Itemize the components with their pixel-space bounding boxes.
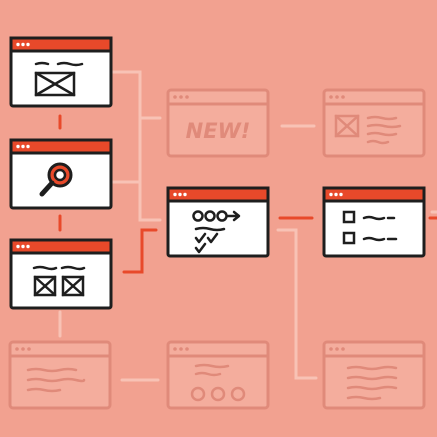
connector-line — [110, 70, 162, 120]
layout-wireframe-window — [9, 36, 113, 108]
connector-line — [138, 180, 162, 222]
window-dots — [16, 144, 30, 149]
new-announcement-window: NEW! — [166, 88, 270, 158]
article-with-image-window — [322, 88, 426, 158]
sitemap-flow-diagram: NEW! — [8, 36, 437, 410]
search-page-window — [9, 138, 113, 210]
connector-line — [276, 228, 318, 380]
window-dots — [173, 347, 189, 351]
window-dots — [16, 244, 30, 249]
new-badge-text: NEW! — [186, 119, 251, 143]
window-dots — [329, 95, 345, 99]
active-windows — [9, 36, 426, 310]
dots-page-window — [166, 340, 270, 410]
window-dots — [173, 95, 189, 99]
window-dots — [329, 192, 343, 197]
connector-line — [110, 116, 142, 184]
connector-line — [122, 228, 158, 274]
list-view-window — [322, 186, 426, 258]
window-dots — [15, 347, 31, 351]
text-page-window — [8, 340, 112, 410]
checklist-form-window — [166, 186, 270, 258]
text-document-window — [322, 340, 426, 410]
gallery-wireframe-window — [9, 238, 113, 310]
window-dots — [329, 347, 345, 351]
window-dots — [173, 192, 187, 197]
window-dots — [16, 42, 30, 47]
